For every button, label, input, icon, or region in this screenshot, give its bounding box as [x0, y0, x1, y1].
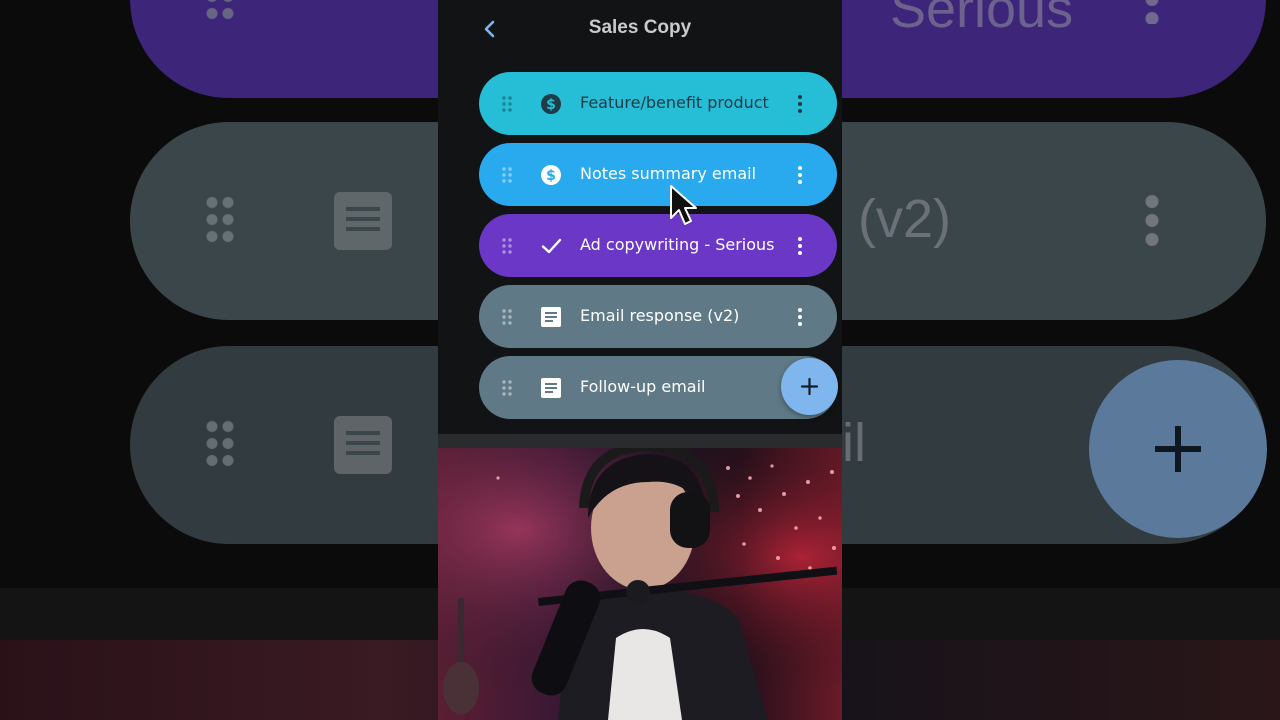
template-item[interactable]: $ Notes summary email	[479, 143, 837, 206]
webcam-video	[438, 448, 842, 720]
more-options-icon[interactable]	[795, 307, 805, 327]
background-grip-icon	[204, 0, 236, 24]
background-more-icon	[1145, 192, 1159, 248]
app-header: Sales Copy	[438, 0, 842, 60]
background-document-icon	[334, 192, 392, 250]
background-text-fragment: (v2)	[858, 189, 951, 249]
template-label: Notes summary email	[580, 164, 757, 183]
app-panel: Sales Copy $ Feature/benefit product $ N…	[438, 0, 842, 434]
template-item[interactable]: $ Feature/benefit product	[479, 72, 837, 135]
drag-handle-icon[interactable]	[501, 96, 513, 112]
drag-handle-icon[interactable]	[501, 380, 513, 396]
webcam-scene	[438, 448, 842, 720]
more-options-icon[interactable]	[795, 94, 805, 114]
drag-handle-icon[interactable]	[501, 167, 513, 183]
more-options-icon[interactable]	[795, 236, 805, 256]
svg-text:$: $	[546, 168, 556, 184]
background-grip-icon	[204, 418, 236, 470]
template-label: Ad copywriting - Serious	[580, 235, 775, 254]
drag-handle-icon[interactable]	[501, 309, 513, 325]
template-label: Email response (v2)	[580, 306, 740, 325]
drag-handle-icon[interactable]	[501, 238, 513, 254]
dollar-circle-icon: $	[541, 94, 561, 114]
template-label: Follow-up email	[580, 377, 706, 396]
dollar-circle-icon: $	[541, 165, 561, 185]
background-document-icon	[334, 416, 392, 474]
template-item[interactable]: Ad copywriting - Serious	[479, 214, 837, 277]
add-template-button[interactable]	[781, 358, 838, 415]
template-label: Feature/benefit product	[580, 93, 769, 112]
background-plus-icon	[1089, 360, 1267, 538]
section-divider	[438, 434, 842, 448]
svg-text:$: $	[546, 97, 556, 113]
background-text-fragment: il	[842, 413, 866, 473]
plus-icon	[800, 377, 819, 396]
template-item[interactable]: Email response (v2)	[479, 285, 837, 348]
check-icon	[541, 238, 562, 254]
background-more-icon	[1145, 0, 1159, 24]
phone-screen: Sales Copy $ Feature/benefit product $ N…	[438, 0, 842, 720]
document-icon	[541, 378, 561, 398]
more-options-icon[interactable]	[795, 165, 805, 185]
mouse-cursor-icon	[670, 185, 697, 225]
document-icon	[541, 307, 561, 327]
page-title: Sales Copy	[588, 17, 692, 38]
background-text-fragment: Serious	[890, 0, 1074, 39]
background-grip-icon	[204, 194, 236, 246]
